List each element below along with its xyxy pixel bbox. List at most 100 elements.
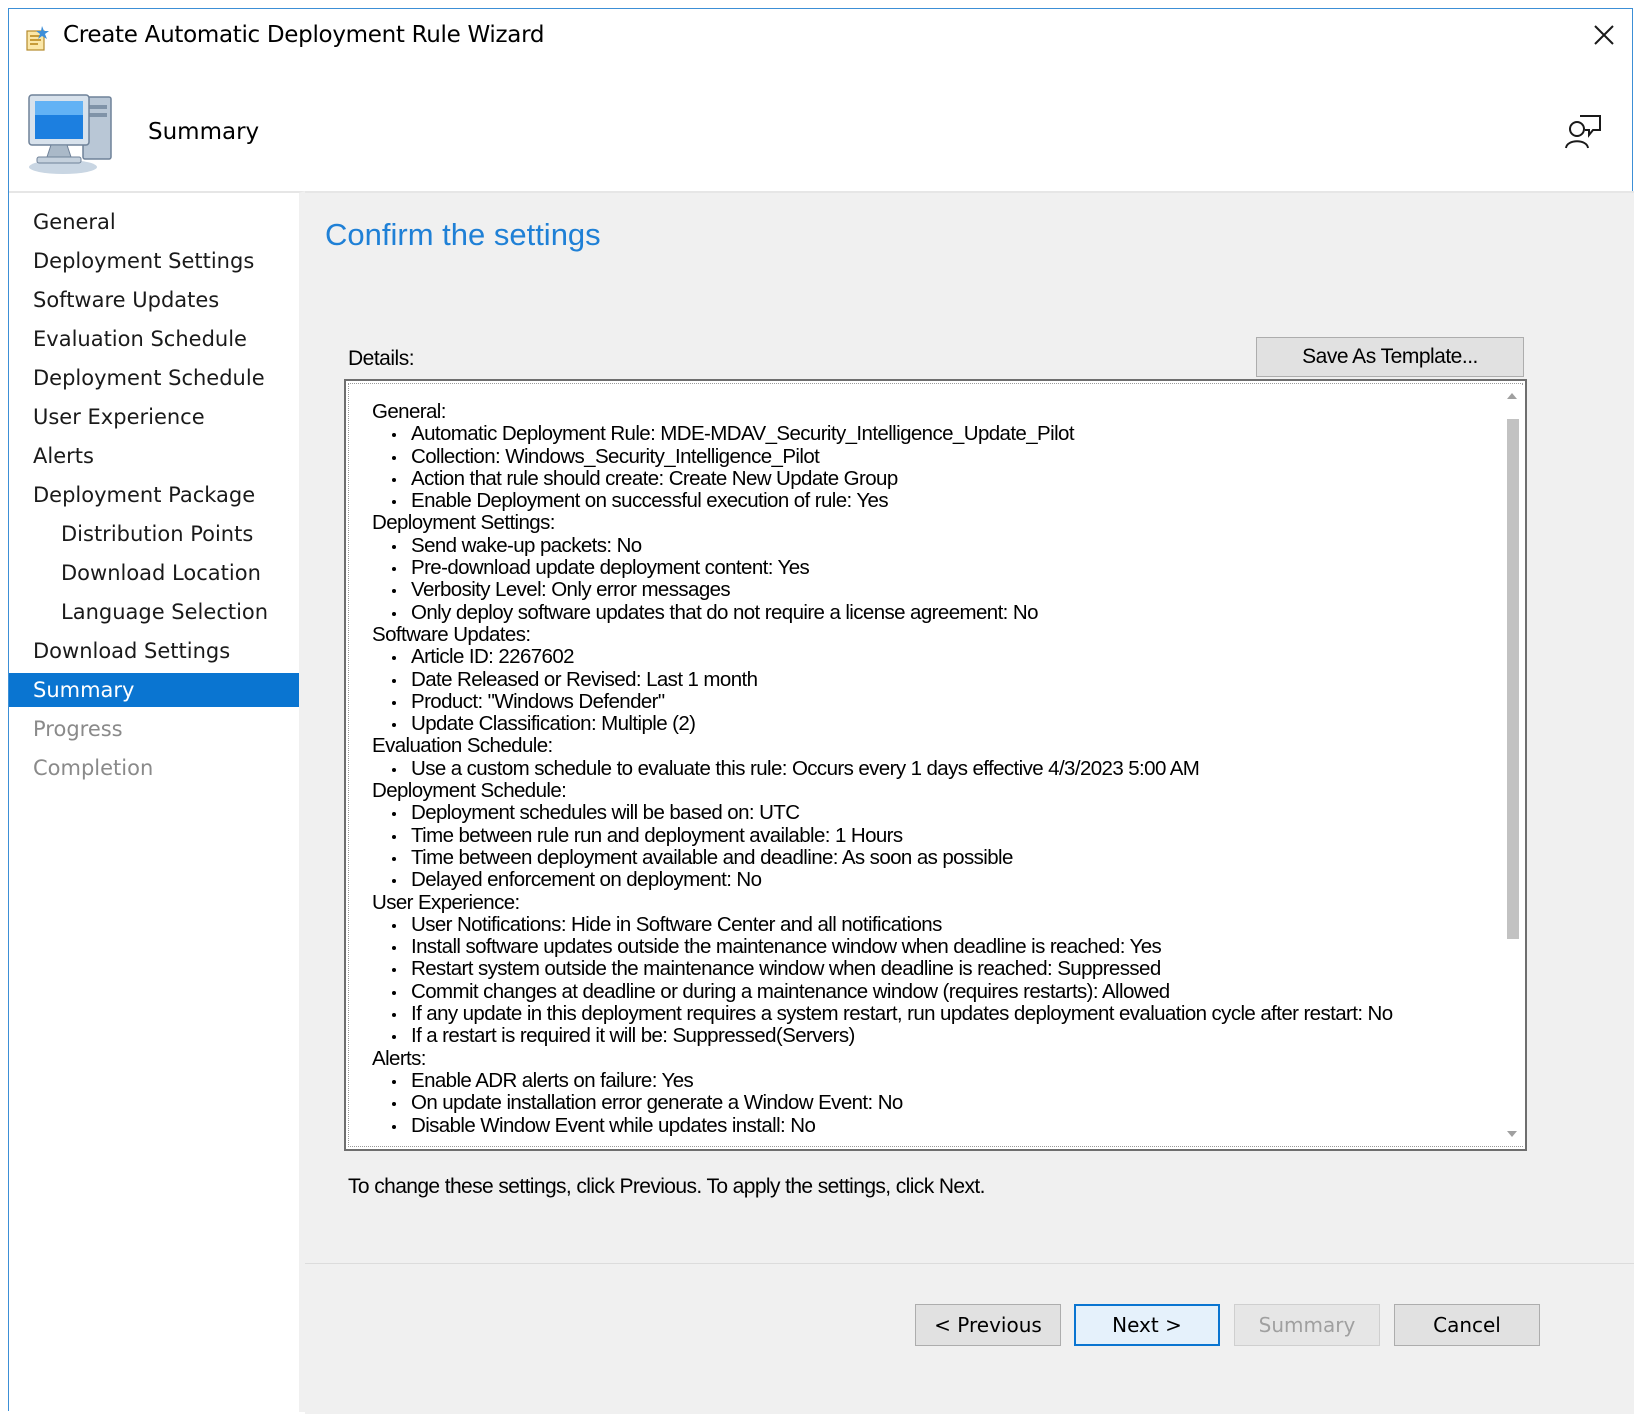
cancel-button[interactable]: Cancel: [1394, 1304, 1540, 1346]
details-section-title: Alerts:: [372, 1046, 427, 1070]
close-button[interactable]: [1582, 13, 1626, 57]
details-item: If any update in this deployment require…: [372, 1002, 1492, 1026]
step-deployment-package[interactable]: Deployment Package: [9, 478, 299, 512]
previous-button[interactable]: < Previous: [915, 1304, 1061, 1346]
details-item-text: Commit changes at deadline or during a m…: [411, 979, 1170, 1003]
wizard-window: Create Automatic Deployment Rule Wizard …: [8, 8, 1634, 1414]
step-user-experience[interactable]: User Experience: [9, 400, 299, 434]
details-item: Verbosity Level: Only error messages: [372, 579, 1492, 601]
details-section-title: User Experience:: [372, 890, 520, 914]
details-item-text: Deployment schedules will be based on: U…: [411, 801, 800, 825]
step-distribution-points[interactable]: Distribution Points: [9, 517, 299, 551]
details-item: Enable ADR alerts on failure: Yes: [372, 1068, 1492, 1092]
details-scrollbar[interactable]: [1501, 385, 1523, 1145]
details-item-text: Send wake-up packets: No: [411, 533, 642, 557]
details-item: Pre-download update deployment content: …: [372, 556, 1492, 580]
step-download-settings[interactable]: Download Settings: [9, 634, 299, 668]
summary-button: Summary: [1234, 1304, 1380, 1346]
details-item: Date Released or Revised: Last 1 month: [372, 668, 1492, 691]
scroll-down-arrow-icon: [1507, 1131, 1517, 1137]
step-deployment-settings[interactable]: Deployment Settings: [9, 244, 299, 278]
details-textbox[interactable]: General: Automatic Deployment Rule: MDE-M…: [344, 379, 1527, 1151]
details-item-text: Article ID: 2267602: [411, 645, 575, 669]
close-icon: [1594, 25, 1614, 45]
details-item: Restart system outside the maintenance w…: [372, 958, 1492, 980]
details-item-text: Pre-download update deployment content: …: [411, 556, 810, 580]
details-item-text: Only deploy software updates that do not…: [411, 600, 1038, 624]
details-item-text: Restart system outside the maintenance w…: [411, 957, 1161, 981]
step-summary[interactable]: Summary: [9, 673, 299, 707]
feedback-button[interactable]: [1560, 109, 1606, 155]
scroll-thumb[interactable]: [1507, 419, 1519, 939]
details-item-text: Enable Deployment on successful executio…: [411, 489, 889, 513]
wizard-content: Confirm the settings Details: Save As Te…: [305, 191, 1634, 1414]
details-section-title: Software Updates:: [372, 622, 531, 646]
step-general[interactable]: General: [9, 205, 299, 239]
details-item: Delayed enforcement on deployment: No: [372, 868, 1492, 892]
details-item: Article ID: 2267602: [372, 645, 1492, 669]
details-item: Send wake-up packets: No: [372, 533, 1492, 557]
details-item-text: Time between rule run and deployment ava…: [411, 823, 903, 847]
details-section-title: Evaluation Schedule:: [372, 734, 553, 758]
details-item-text: Collection: Windows_Security_Intelligenc…: [411, 444, 820, 468]
details-item-text: Time between deployment available and de…: [411, 845, 1013, 869]
details-item-text: Delayed enforcement on deployment: No: [411, 868, 762, 892]
window-title: Create Automatic Deployment Rule Wizard: [63, 22, 545, 48]
details-item: Use a custom schedule to evaluate this r…: [372, 756, 1492, 780]
details-item: Install software updates outside the mai…: [372, 935, 1492, 959]
step-download-location[interactable]: Download Location: [9, 556, 299, 590]
computer-icon: [23, 87, 123, 177]
feedback-icon: [1565, 115, 1601, 149]
step-software-updates[interactable]: Software Updates: [9, 283, 299, 317]
details-item: Enable Deployment on successful executio…: [372, 489, 1492, 513]
details-item-text: Verbosity Level: Only error messages: [411, 578, 731, 602]
details-item-text: Automatic Deployment Rule: MDE-MDAV_Secu…: [411, 422, 1075, 446]
step-alerts[interactable]: Alerts: [9, 439, 299, 473]
scroll-up-button[interactable]: [1501, 385, 1523, 407]
details-item-text: Disable Window Event while updates insta…: [411, 1113, 816, 1137]
footer-hint: To change these settings, click Previous…: [348, 1175, 985, 1198]
step-deployment-schedule[interactable]: Deployment Schedule: [9, 361, 299, 395]
wizard-header: Summary: [9, 65, 1632, 191]
details-item-text: Use a custom schedule to evaluate this r…: [411, 756, 1200, 780]
confirm-heading: Confirm the settings: [325, 217, 601, 252]
details-content: General: Automatic Deployment Rule: MDE-M…: [372, 400, 1492, 1137]
details-item-text: Product: "Windows Defender": [411, 689, 665, 713]
details-section-title: Deployment Schedule:: [372, 779, 567, 803]
button-bar: < Previous Next > Summary Cancel: [305, 1263, 1634, 1414]
next-button[interactable]: Next >: [1074, 1304, 1220, 1346]
details-item-text: Enable ADR alerts on failure: Yes: [411, 1068, 694, 1092]
details-item-text: Update Classification: Multiple (2): [411, 712, 696, 736]
wizard-steps-sidebar: General Deployment Settings Software Upd…: [9, 191, 305, 1412]
wizard-icon: [23, 23, 53, 53]
details-item: On update installation error generate a …: [372, 1091, 1492, 1115]
details-item: Automatic Deployment Rule: MDE-MDAV_Secu…: [372, 422, 1492, 446]
details-item: Time between rule run and deployment ava…: [372, 823, 1492, 847]
details-item: Collection: Windows_Security_Intelligenc…: [372, 444, 1492, 468]
scroll-up-arrow-icon: [1507, 393, 1517, 399]
details-item: Disable Window Event while updates insta…: [372, 1113, 1492, 1137]
details-item-text: User Notifications: Hide in Software Cen…: [411, 912, 942, 936]
details-item-text: On update installation error generate a …: [411, 1091, 903, 1115]
details-item: If a restart is required it will be: Sup…: [372, 1025, 1492, 1047]
details-item-text: Install software updates outside the mai…: [411, 935, 1162, 959]
details-item-text: Action that rule should create: Create N…: [411, 466, 898, 490]
step-language-selection[interactable]: Language Selection: [9, 595, 299, 629]
step-progress: Progress: [33, 717, 123, 741]
details-item: Commit changes at deadline or during a m…: [372, 979, 1492, 1003]
title-bar: Create Automatic Deployment Rule Wizard: [9, 9, 1632, 65]
details-item: Only deploy software updates that do not…: [372, 600, 1492, 624]
details-label: Details:: [348, 347, 415, 370]
details-item: Time between deployment available and de…: [372, 845, 1492, 869]
page-title: Summary: [148, 119, 260, 145]
details-item-text: If any update in this deployment require…: [411, 1002, 1393, 1026]
step-evaluation-schedule[interactable]: Evaluation Schedule: [9, 322, 299, 356]
details-item-text: If a restart is required it will be: Sup…: [411, 1024, 855, 1048]
details-item: Deployment schedules will be based on: U…: [372, 802, 1492, 824]
step-completion: Completion: [33, 756, 154, 780]
scroll-down-button[interactable]: [1501, 1123, 1523, 1145]
details-item: Action that rule should create: Create N…: [372, 466, 1492, 490]
save-as-template-button[interactable]: Save As Template...: [1256, 337, 1524, 377]
details-item: User Notifications: Hide in Software Cen…: [372, 912, 1492, 936]
details-section-title: Deployment Settings:: [372, 511, 555, 535]
